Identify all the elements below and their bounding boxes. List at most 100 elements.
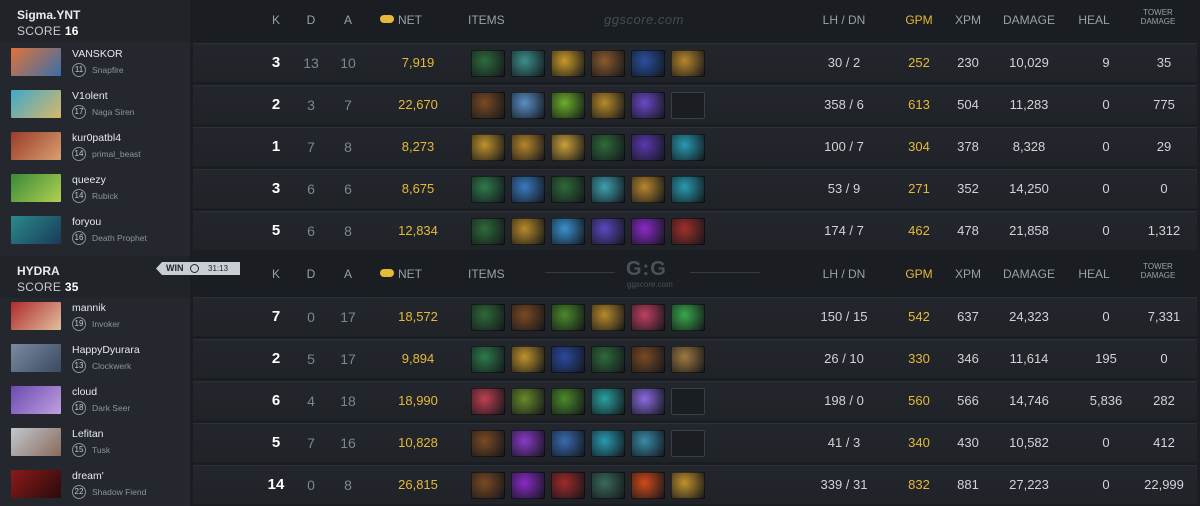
stat-k: 5 — [271, 434, 281, 451]
item-icon[interactable] — [631, 92, 665, 119]
stat-heal: 5,836 — [1089, 393, 1123, 408]
player-card[interactable]: HappyDyurara 13 Clockwerk — [0, 338, 190, 378]
item-icon[interactable] — [631, 346, 665, 373]
item-icon[interactable] — [511, 134, 545, 161]
item-icon[interactable] — [511, 218, 545, 245]
item-icon[interactable] — [631, 134, 665, 161]
stat-d: 3 — [307, 97, 315, 113]
item-icon[interactable] — [511, 388, 545, 415]
item-icon[interactable] — [591, 388, 625, 415]
empty-item-slot[interactable] — [671, 388, 705, 415]
player-card[interactable]: cloud 18 Dark Seer — [0, 380, 190, 420]
item-icon[interactable] — [631, 388, 665, 415]
item-icon[interactable] — [471, 218, 505, 245]
item-icon[interactable] — [511, 176, 545, 203]
item-icon[interactable] — [551, 92, 585, 119]
item-icon[interactable] — [631, 304, 665, 331]
item-icon[interactable] — [551, 218, 585, 245]
stat-gpm: 832 — [908, 477, 930, 492]
stat-gpm: 340 — [908, 435, 930, 450]
item-icon[interactable] — [631, 472, 665, 499]
item-icon[interactable] — [631, 176, 665, 203]
item-icon[interactable] — [511, 472, 545, 499]
stat-d: 0 — [307, 309, 315, 325]
item-icon[interactable] — [671, 304, 705, 331]
player-card[interactable]: kur0patbl4 14 primal_beast — [0, 126, 190, 166]
item-icon[interactable] — [631, 430, 665, 457]
item-icon[interactable] — [591, 472, 625, 499]
item-icon[interactable] — [671, 346, 705, 373]
item-icon[interactable] — [631, 50, 665, 77]
item-icon[interactable] — [511, 430, 545, 457]
item-icon[interactable] — [591, 176, 625, 203]
item-icon[interactable] — [631, 218, 665, 245]
hero-name: Clockwerk — [92, 361, 132, 371]
item-icon[interactable] — [671, 134, 705, 161]
item-icon[interactable] — [671, 50, 705, 77]
stat-heal: 0 — [1102, 181, 1110, 196]
stat-net: 10,828 — [398, 435, 438, 450]
item-icon[interactable] — [551, 346, 585, 373]
player-card[interactable]: mannik 19 Invoker — [0, 296, 190, 336]
stat-xpm: 637 — [957, 309, 979, 324]
item-icon[interactable] — [591, 346, 625, 373]
item-icon[interactable] — [671, 218, 705, 245]
player-card[interactable]: dream' 22 Shadow Fiend — [0, 464, 190, 504]
item-icon[interactable] — [511, 304, 545, 331]
item-icon[interactable] — [551, 304, 585, 331]
player-card[interactable]: VANSKOR 11 Snapfire — [0, 42, 190, 82]
item-icon[interactable] — [471, 176, 505, 203]
stat-k: 1 — [271, 138, 281, 155]
item-icon[interactable] — [471, 388, 505, 415]
item-icon[interactable] — [591, 430, 625, 457]
player-card[interactable]: queezy 14 Rubick — [0, 168, 190, 208]
stat-xpm: 352 — [957, 181, 979, 196]
stat-gpm: 304 — [908, 139, 930, 154]
item-icon[interactable] — [591, 92, 625, 119]
item-icon[interactable] — [591, 218, 625, 245]
item-icon[interactable] — [471, 50, 505, 77]
stat-lhdn: 174 / 7 — [824, 223, 864, 238]
player-stats-row: 14 0 8 26,815 339 / 31 832 881 27,223 0 22,999 — [193, 465, 1197, 504]
item-icon[interactable] — [471, 430, 505, 457]
item-icon[interactable] — [551, 472, 585, 499]
item-icon[interactable] — [471, 346, 505, 373]
col-header-gpm: GPM — [905, 267, 933, 281]
item-icon[interactable] — [591, 50, 625, 77]
empty-item-slot[interactable] — [671, 430, 705, 457]
item-icon[interactable] — [471, 134, 505, 161]
col-header-heal: HEAL — [1078, 267, 1110, 281]
stat-lhdn: 53 / 9 — [827, 181, 861, 196]
item-icon[interactable] — [511, 92, 545, 119]
stat-heal: 0 — [1102, 309, 1110, 324]
item-icon[interactable] — [551, 134, 585, 161]
team-header-1: Sigma.YNT SCORE 16 — [0, 0, 190, 42]
item-icon[interactable] — [591, 134, 625, 161]
player-card[interactable]: foryou 16 Death Prophet — [0, 210, 190, 250]
item-icon[interactable] — [551, 176, 585, 203]
item-icon[interactable] — [471, 472, 505, 499]
item-icon[interactable] — [471, 304, 505, 331]
col-header-k: K — [271, 13, 281, 27]
item-icon[interactable] — [471, 92, 505, 119]
player-card[interactable]: V1olent 17 Naga Siren — [0, 84, 190, 124]
item-icon[interactable] — [551, 430, 585, 457]
hero-name: Dark Seer — [92, 403, 131, 413]
item-icon[interactable] — [511, 50, 545, 77]
stat-k: 7 — [271, 308, 281, 325]
item-icon[interactable] — [671, 472, 705, 499]
win-label: WIN — [166, 263, 184, 273]
stat-d: 6 — [307, 181, 315, 197]
hero-portrait — [11, 132, 61, 160]
item-icon[interactable] — [511, 346, 545, 373]
stat-d: 0 — [307, 477, 315, 493]
empty-item-slot[interactable] — [671, 92, 705, 119]
item-icon[interactable] — [671, 176, 705, 203]
item-icon[interactable] — [551, 388, 585, 415]
item-icon[interactable] — [591, 304, 625, 331]
item-icon[interactable] — [551, 50, 585, 77]
divider — [545, 272, 615, 273]
stat-xpm: 566 — [957, 393, 979, 408]
stat-net: 26,815 — [398, 477, 438, 492]
player-card[interactable]: Lefitan 15 Tusk — [0, 422, 190, 462]
